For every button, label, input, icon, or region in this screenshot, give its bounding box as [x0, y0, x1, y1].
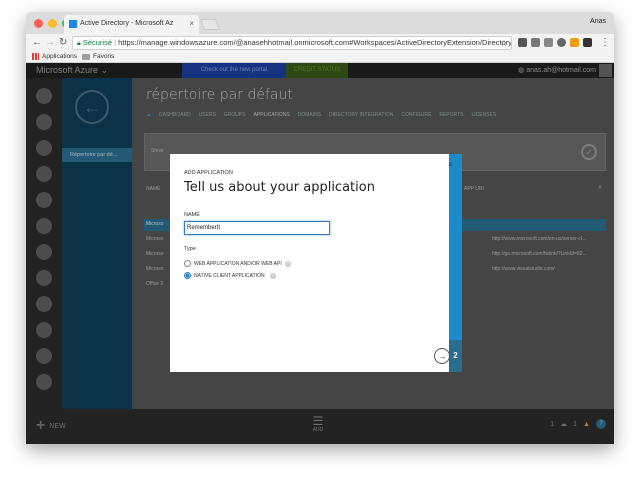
- browser-menu-icon[interactable]: ⋮: [600, 37, 610, 49]
- browser-toolbar: ← → ↻ 🔒︎ Sécurisé | https://manage.windo…: [26, 34, 614, 52]
- forward-arrow-icon[interactable]: →: [45, 37, 55, 49]
- close-icon[interactable]: ×: [448, 160, 453, 169]
- apps-grid-icon: [32, 53, 39, 60]
- radio-label: WEB APPLICATION AND/OR WEB API: [194, 260, 282, 267]
- tab-close-icon[interactable]: ×: [189, 19, 194, 28]
- help-icon[interactable]: ?: [269, 272, 276, 279]
- browser-window: Active Directory - Microsoft Az × Anas ←…: [26, 12, 614, 444]
- tab-title: Active Directory - Microsoft Az: [80, 20, 174, 27]
- tab-strip: Active Directory - Microsoft Az × Anas: [26, 12, 614, 34]
- radio-button-selected[interactable]: [184, 272, 191, 279]
- tab-active-directory[interactable]: Active Directory - Microsoft Az ×: [64, 15, 199, 34]
- bookmarks-bar: Applications Favoris: [26, 52, 614, 63]
- minimize-window-button[interactable]: [48, 19, 57, 28]
- dialog-kicker: ADD APPLICATION: [184, 170, 233, 176]
- bookmark-label: Applications: [42, 53, 78, 60]
- extension-dropbox-icon[interactable]: [583, 38, 592, 47]
- extension-settings-icon[interactable]: [557, 38, 566, 47]
- name-input[interactable]: RememberIt: [184, 221, 330, 235]
- radio-web-application[interactable]: WEB APPLICATION AND/OR WEB API ?: [184, 260, 291, 267]
- back-arrow-icon[interactable]: ←: [32, 37, 42, 49]
- azure-favicon-icon: [69, 20, 77, 28]
- secure-label: Sécurisé: [82, 38, 113, 47]
- next-arrow-button[interactable]: →: [434, 348, 450, 364]
- azure-portal: Microsoft Azure ⌄ Check out the new port…: [26, 63, 614, 444]
- new-tab-button[interactable]: [199, 19, 221, 30]
- radio-native-client[interactable]: NATIVE CLIENT APPLICATION ?: [184, 272, 276, 279]
- bookmark-favoris[interactable]: Favoris: [82, 53, 114, 60]
- extension-pocket-icon[interactable]: [518, 38, 527, 47]
- folder-icon: [82, 53, 90, 60]
- reload-icon[interactable]: ↻: [59, 37, 67, 49]
- bookmark-applications[interactable]: Applications: [32, 53, 77, 60]
- name-label: NAME: [184, 212, 200, 218]
- step-indicator: 2: [449, 340, 462, 372]
- bookmark-label: Favoris: [93, 53, 115, 60]
- dialog-title: Tell us about your application: [184, 180, 375, 195]
- add-application-dialog: 2 × ADD APPLICATION Tell us about your a…: [170, 154, 462, 372]
- extension-box-icon[interactable]: [544, 38, 553, 47]
- type-label: Type: [184, 246, 196, 252]
- close-window-button[interactable]: [34, 19, 43, 28]
- bookmark-star-icon[interactable]: ☆: [500, 37, 508, 49]
- url-text: https://manage.windowsazure.com/@anasehh…: [118, 38, 512, 47]
- help-icon[interactable]: ?: [284, 260, 291, 267]
- address-bar[interactable]: 🔒︎ Sécurisé | https://manage.windowsazur…: [72, 36, 512, 50]
- radio-label: NATIVE CLIENT APPLICATION: [194, 272, 265, 279]
- lock-icon: 🔒︎: [77, 40, 81, 47]
- rss-icon[interactable]: [570, 38, 579, 47]
- profile-name[interactable]: Anas: [590, 18, 606, 25]
- radio-button[interactable]: [184, 260, 191, 267]
- extension-reader-icon[interactable]: [531, 38, 540, 47]
